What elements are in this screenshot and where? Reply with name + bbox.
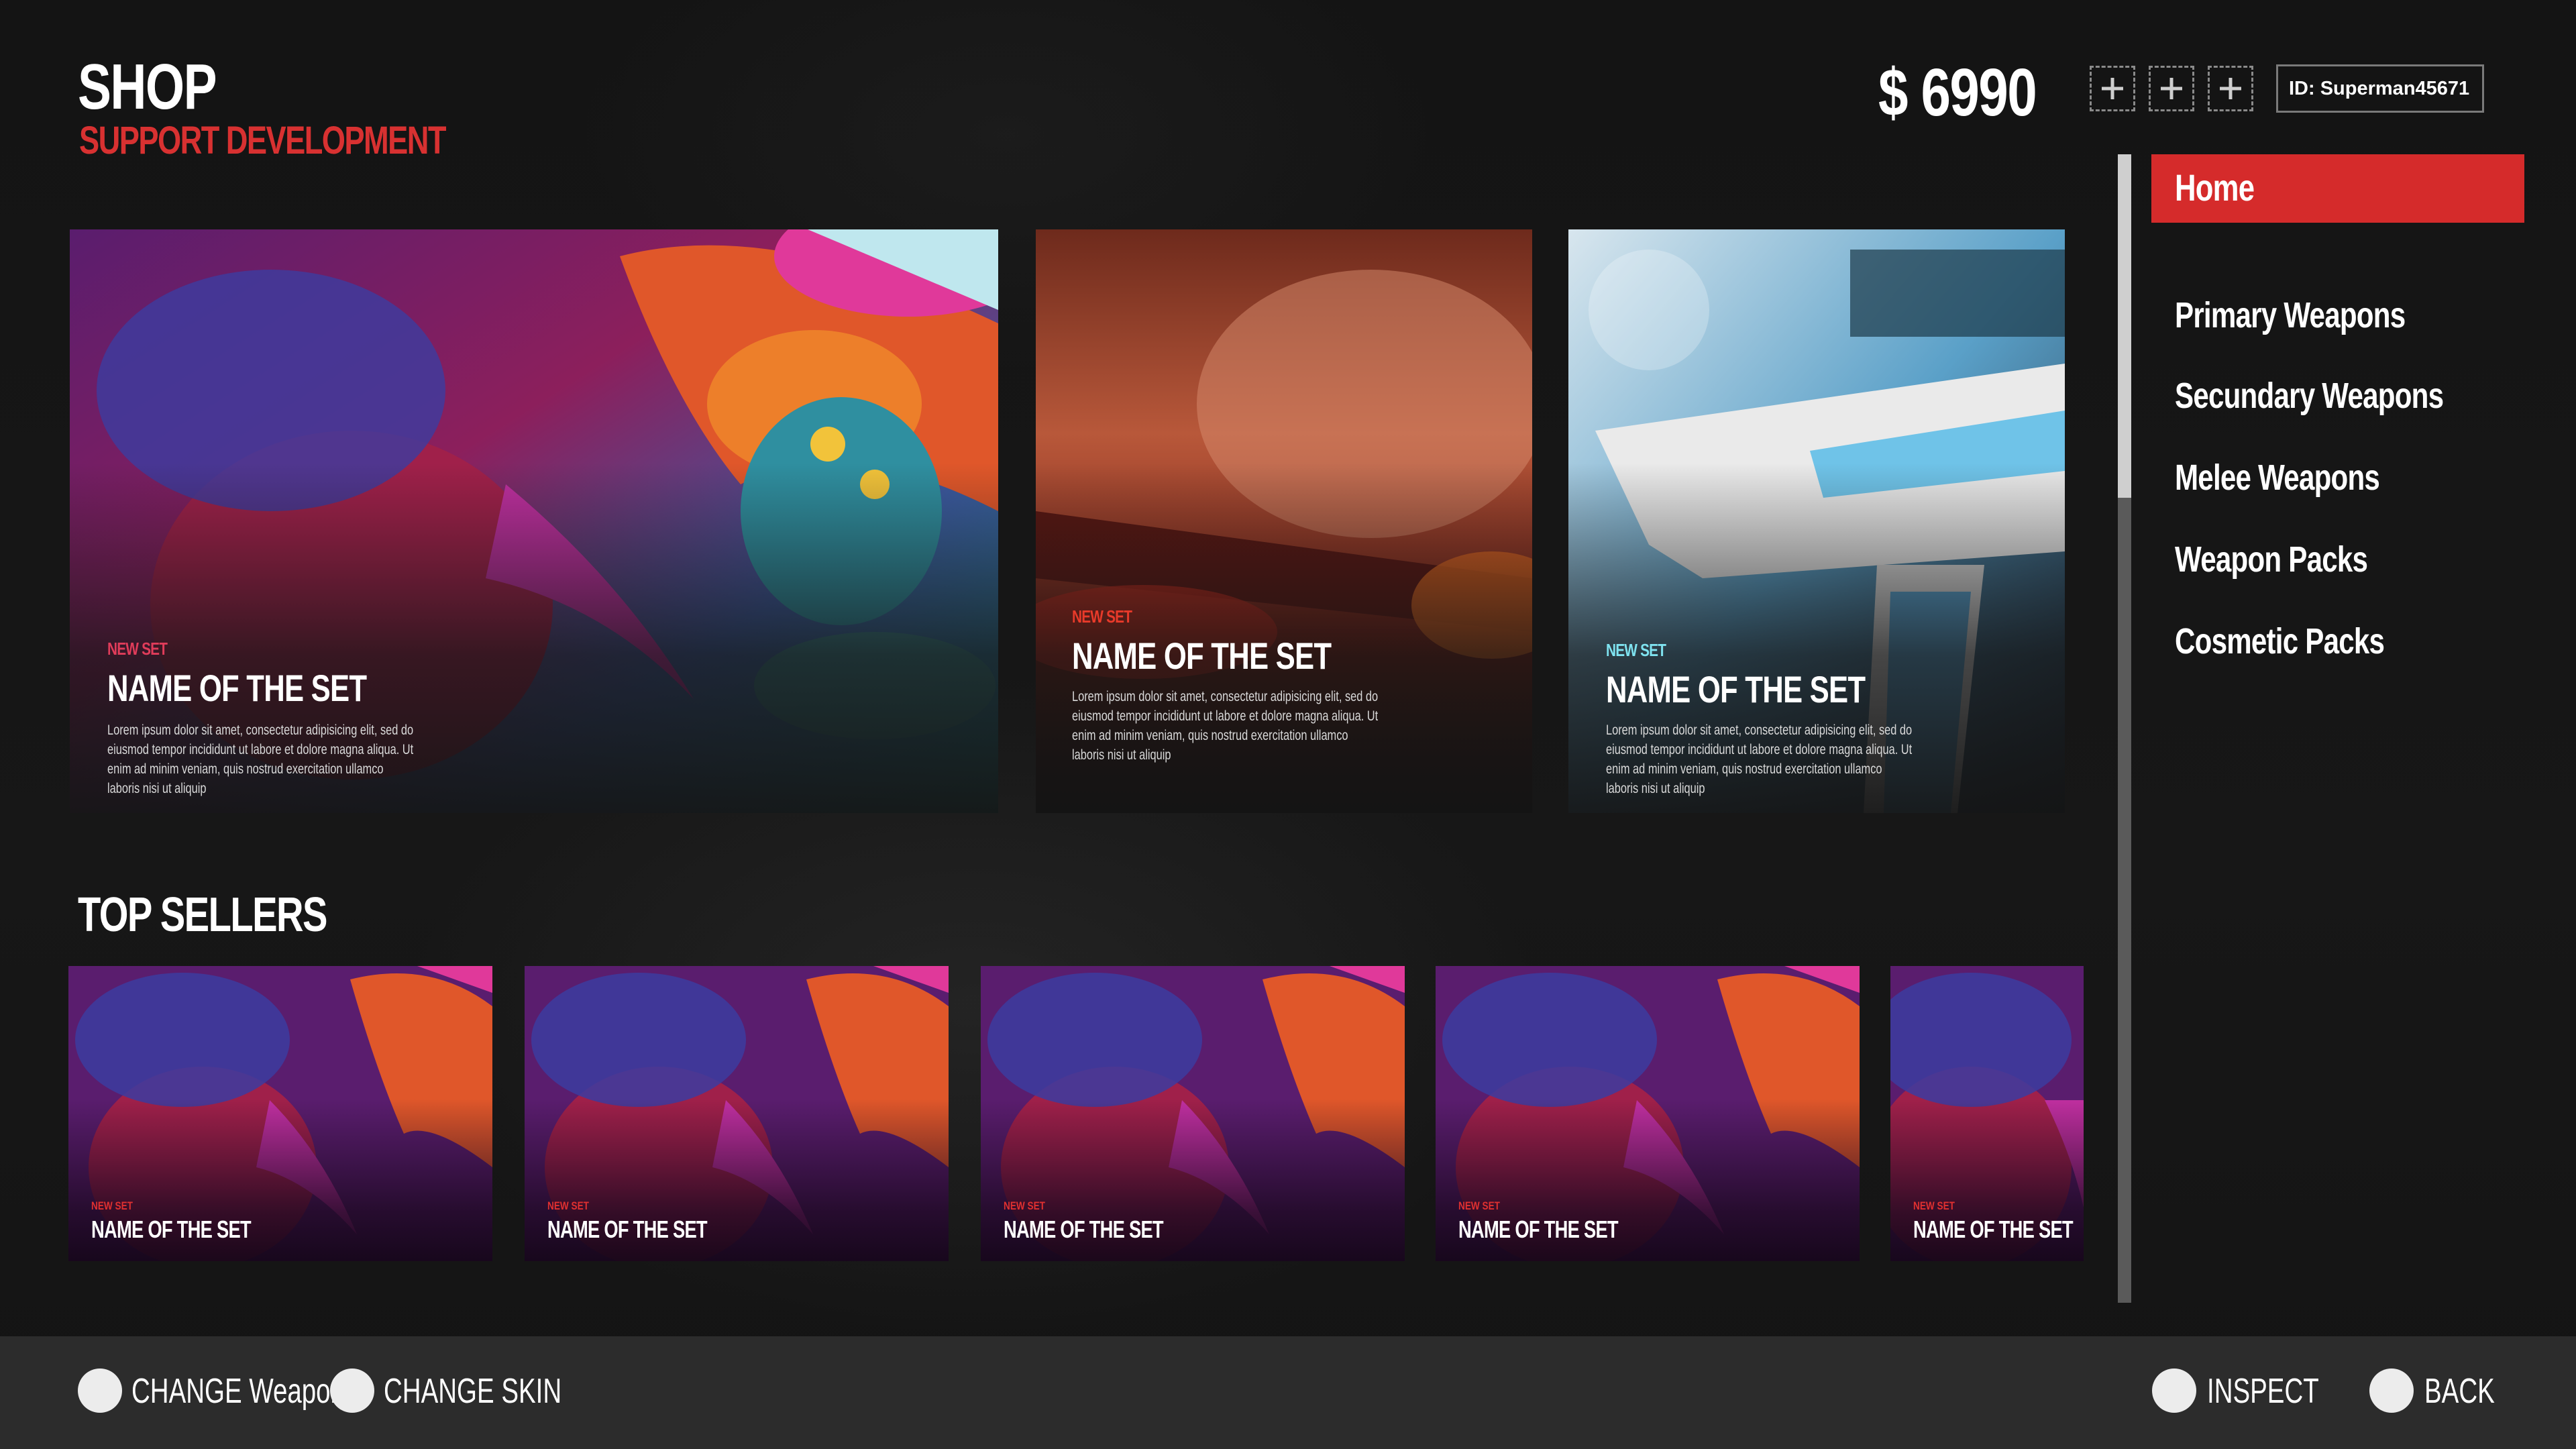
sidebar-item-primary-weapons[interactable]: Primary Weapons (2175, 295, 2406, 335)
card-title: NAME OF THE SET (91, 1216, 252, 1243)
sidebar-item-weapon-packs[interactable]: Weapon Packs (2175, 539, 2368, 580)
page-subtitle: SUPPORT DEVELOPMENT (79, 119, 447, 162)
sidebar-scrollbar-thumb[interactable] (2118, 154, 2131, 498)
card-description: Lorem ipsum dolor sit amet, consectetur … (1072, 689, 1379, 763)
card-tag: NEW SET (1458, 1199, 1500, 1212)
sidebar-item-label: Home (2175, 166, 2255, 209)
add-currency-button-3[interactable] (2208, 66, 2253, 111)
sidebar-item-cosmetic-packs[interactable]: Cosmetic Packs (2175, 621, 2385, 661)
card-title: NAME OF THE SET (107, 667, 367, 709)
add-currency-button-2[interactable] (2149, 66, 2194, 111)
add-currency-button-1[interactable] (2090, 66, 2135, 111)
top-seller-card-1[interactable]: NEW SET NAME OF THE SET (68, 966, 492, 1261)
featured-card-3[interactable]: NEW SET NAME OF THE SET Lorem ipsum dolo… (1568, 229, 2065, 813)
card-description: Lorem ipsum dolor sit amet, consectetur … (107, 722, 414, 796)
top-seller-card-4[interactable]: NEW SET NAME OF THE SET (1436, 966, 1860, 1261)
plus-icon (2102, 78, 2123, 99)
card-description: Lorem ipsum dolor sit amet, consectetur … (1606, 722, 1913, 796)
card-title: NAME OF THE SET (547, 1216, 708, 1243)
currency-balance: $ 6990 (1878, 55, 2037, 130)
section-title-top-sellers: TOP SELLERS (78, 888, 327, 942)
card-title: NAME OF THE SET (1072, 635, 1332, 677)
back-button-icon[interactable] (2369, 1368, 2414, 1413)
top-seller-card-5[interactable]: NEW SET NAME OF THE SET (1890, 966, 2084, 1261)
top-seller-card-2[interactable]: NEW SET NAME OF THE SET (525, 966, 949, 1261)
card-tag: NEW SET (1606, 640, 1666, 660)
change-skin-label[interactable]: CHANGE SKIN (384, 1371, 561, 1411)
card-title: NAME OF THE SET (1913, 1216, 2074, 1243)
featured-card-2[interactable]: NEW SET NAME OF THE SET Lorem ipsum dolo… (1036, 229, 1532, 813)
change-weapon-label[interactable]: CHANGE Weapon (131, 1371, 345, 1411)
card-title: NAME OF THE SET (1004, 1216, 1164, 1243)
card-tag: NEW SET (107, 639, 168, 659)
card-tag: NEW SET (1004, 1199, 1045, 1212)
back-label[interactable]: BACK (2424, 1371, 2495, 1411)
card-title: NAME OF THE SET (1458, 1216, 1619, 1243)
plus-icon (2220, 78, 2241, 99)
plus-icon (2161, 78, 2182, 99)
top-seller-card-3[interactable]: NEW SET NAME OF THE SET (981, 966, 1405, 1261)
sidebar-item-melee-weapons[interactable]: Melee Weapons (2175, 458, 2380, 498)
user-id-badge: ID: Superman45671 (2276, 64, 2484, 113)
card-tag: NEW SET (1072, 606, 1132, 627)
featured-card-1[interactable]: NEW SET NAME OF THE SET Lorem ipsum dolo… (70, 229, 998, 813)
card-tag: NEW SET (1913, 1199, 1955, 1212)
card-tag: NEW SET (91, 1199, 133, 1212)
change-weapon-button-icon[interactable] (78, 1368, 122, 1413)
card-tag: NEW SET (547, 1199, 589, 1212)
change-skin-button-icon[interactable] (330, 1368, 374, 1413)
page-title: SHOP (78, 51, 217, 123)
sidebar-item-home[interactable]: Home (2151, 154, 2524, 223)
sidebar-item-secundary-weapons[interactable]: Secundary Weapons (2175, 376, 2444, 416)
inspect-button-icon[interactable] (2152, 1368, 2196, 1413)
card-title: NAME OF THE SET (1606, 668, 1866, 710)
inspect-label[interactable]: INSPECT (2207, 1371, 2319, 1411)
